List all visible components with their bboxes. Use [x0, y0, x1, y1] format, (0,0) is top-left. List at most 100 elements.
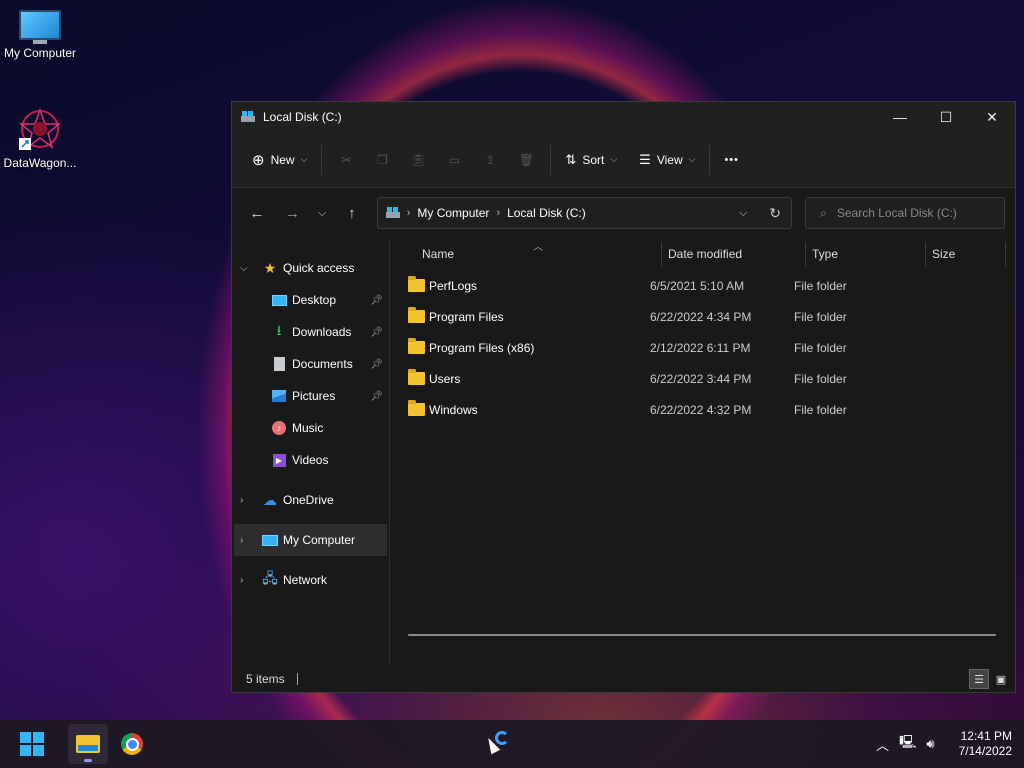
clock-date: 7/14/2022	[958, 744, 1012, 758]
recent-locations-button[interactable]: ⌵	[307, 198, 337, 228]
system-tray: ︿ 🖳︎ 🔊︎ 12:41 PM 7/14/2022	[876, 729, 1012, 759]
copy-icon: ❐	[377, 152, 388, 167]
arrow-up-icon: ↑	[348, 204, 356, 222]
desktop-icon	[270, 292, 288, 308]
details-view-button[interactable]: ☰	[969, 669, 989, 689]
network-status-icon[interactable]: 🖳︎	[899, 733, 916, 755]
maximize-button[interactable]: ☐	[923, 102, 969, 132]
cut-button[interactable]: ✂	[328, 144, 364, 176]
nav-label: Quick access	[283, 261, 355, 275]
search-icon: ⌕	[820, 205, 827, 220]
new-button-label: New	[270, 152, 295, 167]
file-row[interactable]: Users 6/22/2022 3:44 PM File folder	[390, 363, 1015, 394]
column-header-label: Type	[812, 247, 839, 261]
file-name: Program Files (x86)	[429, 340, 535, 355]
close-button[interactable]: ✕	[969, 102, 1015, 132]
minimize-button[interactable]: —	[877, 102, 923, 132]
nav-network[interactable]: › 🖧︎ Network	[232, 564, 389, 596]
file-row[interactable]: Program Files (x86) 2/12/2022 6:11 PM Fi…	[390, 332, 1015, 363]
taskbar: ︿ 🖳︎ 🔊︎ 12:41 PM 7/14/2022	[0, 720, 1024, 768]
column-header-type[interactable]: Type	[806, 242, 926, 266]
column-header-size[interactable]: Size	[926, 242, 1006, 266]
view-lines-icon: ☰	[639, 151, 651, 167]
nav-downloads[interactable]: ⭳ Downloads 📌︎	[232, 316, 389, 348]
forward-button[interactable]: →	[278, 198, 308, 228]
busy-spinner-icon	[495, 731, 509, 745]
pin-icon: 📌︎	[370, 326, 383, 338]
clock[interactable]: 12:41 PM 7/14/2022	[959, 729, 1012, 759]
file-row[interactable]: PerfLogs 6/5/2021 5:10 AM File folder	[390, 270, 1015, 301]
computer-icon	[19, 10, 61, 44]
arrow-right-icon: →	[285, 204, 300, 222]
search-input[interactable]	[836, 206, 987, 220]
back-button[interactable]: ←	[242, 198, 272, 228]
share-button[interactable]: ⇪	[472, 144, 508, 176]
datawagon-shortcut-icon	[17, 106, 63, 152]
show-hidden-icons-button[interactable]: ︿	[876, 735, 889, 754]
nav-desktop[interactable]: Desktop 📌︎	[232, 284, 389, 316]
arrow-left-icon: ←	[249, 204, 265, 222]
nav-videos[interactable]: ▶ Videos	[232, 444, 389, 476]
chevron-down-icon: ⌵	[318, 206, 327, 219]
refresh-button[interactable]: ↻	[759, 205, 791, 222]
up-button[interactable]: ↑	[337, 198, 367, 228]
file-name: Program Files	[429, 309, 504, 324]
chevron-right-icon: ›	[240, 534, 244, 546]
desktop-icon-my-computer[interactable]: My Computer	[0, 10, 80, 60]
nav-music[interactable]: ♪ Music	[232, 412, 389, 444]
address-bar[interactable]: › My Computer › Local Disk (C:) ⌵ ↻	[376, 197, 793, 229]
file-row[interactable]: Windows 6/22/2022 4:32 PM File folder	[390, 394, 1015, 425]
tiles-view-button[interactable]: ▣	[991, 669, 1011, 689]
nav-my-computer[interactable]: › My Computer	[234, 524, 387, 556]
breadcrumb-local-disk[interactable]: Local Disk (C:)	[507, 206, 586, 220]
copy-button[interactable]: ❐	[364, 144, 400, 176]
new-button[interactable]: ⊕ New ⌵	[244, 144, 315, 176]
star-icon: ★	[263, 259, 277, 276]
file-type: File folder	[794, 309, 847, 324]
view-button[interactable]: ☰ View ⌵	[631, 144, 703, 176]
file-row[interactable]: Program Files 6/22/2022 4:34 PM File fol…	[390, 301, 1015, 332]
file-type: File folder	[794, 371, 847, 386]
search-box[interactable]: ⌕	[805, 197, 1006, 229]
clipboard-icon: 📋︎	[410, 152, 427, 167]
column-header-name[interactable]: Name	[390, 242, 662, 266]
nav-label: Music	[292, 421, 324, 435]
rename-button[interactable]: ▭	[436, 144, 472, 176]
file-date: 6/5/2021 5:10 AM	[650, 278, 745, 293]
status-bar: 5 items ☰ ▣	[232, 666, 1015, 692]
address-history-dropdown[interactable]: ⌵	[727, 207, 759, 220]
chevron-down-icon: ⌵	[300, 154, 308, 164]
nav-label: My Computer	[283, 533, 356, 547]
nav-quick-access[interactable]: ⌵ ★ Quick access	[232, 252, 389, 284]
pictures-icon	[270, 388, 288, 404]
breadcrumb-my-computer[interactable]: My Computer	[417, 206, 489, 220]
windows-logo-icon	[20, 732, 44, 756]
file-name: Windows	[429, 402, 478, 417]
column-header-label: Size	[932, 247, 956, 261]
taskbar-chrome[interactable]	[112, 724, 152, 764]
paste-button[interactable]: 📋︎	[400, 144, 436, 176]
more-options-button[interactable]: •••	[716, 144, 747, 176]
start-button[interactable]	[12, 724, 52, 764]
chevron-right-icon: ›	[496, 207, 501, 219]
folder-icon	[408, 307, 425, 323]
network-icon: 🖧︎	[262, 570, 278, 586]
pin-icon: 📌︎	[370, 390, 383, 402]
nav-documents[interactable]: Documents 📌︎	[232, 348, 389, 380]
volume-icon[interactable]: 🔊︎	[926, 736, 934, 752]
taskbar-file-explorer[interactable]	[68, 724, 108, 764]
sort-button[interactable]: ⇅ Sort ⌵	[557, 144, 625, 176]
delete-button[interactable]: 🗑︎	[508, 144, 544, 176]
folder-icon	[408, 369, 425, 385]
nav-label: Desktop	[292, 293, 337, 307]
chevron-down-icon: ⌵	[240, 262, 248, 274]
desktop-icon-datawagon[interactable]: DataWagon...	[0, 106, 80, 170]
chevron-right-icon: ›	[406, 207, 411, 219]
command-bar: ⊕ New ⌵ ✂ ❐ 📋︎ ▭ ⇪ 🗑︎ ⇅ Sort ⌵ ☰ View ⌵ …	[232, 132, 1015, 188]
nav-onedrive[interactable]: › ☁ OneDrive	[232, 484, 389, 516]
column-header-date[interactable]: Date modified	[662, 242, 806, 266]
title-bar[interactable]: Local Disk (C:) — ☐ ✕	[232, 102, 1015, 132]
horizontal-scrollbar[interactable]	[408, 634, 996, 636]
item-count: 5 items	[246, 672, 285, 686]
nav-pictures[interactable]: Pictures 📌︎	[232, 380, 389, 412]
